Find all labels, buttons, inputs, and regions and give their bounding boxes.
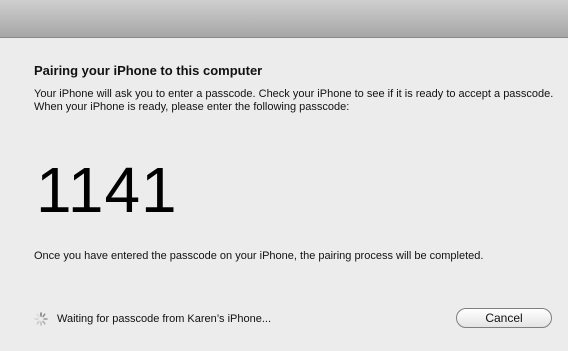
status-row: Waiting for passcode from Karen’s iPhone… xyxy=(34,311,271,327)
completion-message: Once you have entered the passcode on yo… xyxy=(34,250,484,262)
pairing-passcode: 1141 xyxy=(36,154,178,226)
dialog-content: Pairing your iPhone to this computer You… xyxy=(0,38,568,351)
spinner-icon xyxy=(34,312,48,326)
status-text: Waiting for passcode from Karen’s iPhone… xyxy=(57,313,271,325)
pairing-dialog-window: Pairing your iPhone to this computer You… xyxy=(0,0,568,351)
dialog-heading: Pairing your iPhone to this computer xyxy=(34,63,263,78)
pairing-instructions: Your iPhone will ask you to enter a pass… xyxy=(34,88,554,113)
window-titlebar[interactable] xyxy=(0,0,568,38)
cancel-button[interactable]: Cancel xyxy=(456,308,552,328)
